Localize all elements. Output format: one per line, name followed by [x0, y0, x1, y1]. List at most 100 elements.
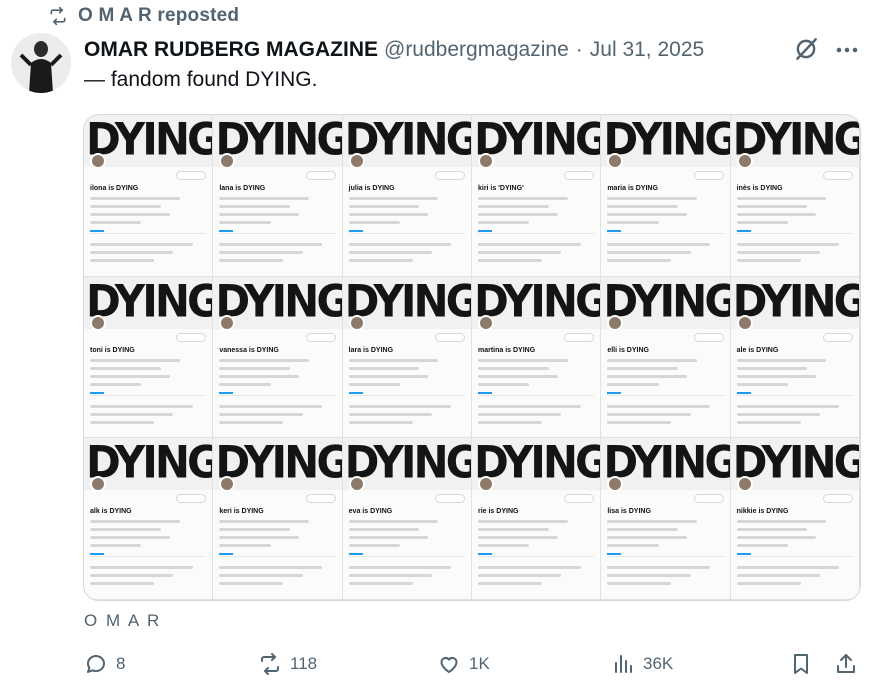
- more-icon[interactable]: [834, 40, 860, 60]
- tile-tabs: [90, 233, 207, 236]
- tile-text-line: [219, 205, 290, 208]
- tile-text-line: [477, 536, 558, 540]
- repost-context[interactable]: O M A R reposted: [48, 5, 239, 27]
- tile-text-line: [348, 566, 452, 570]
- tile-text-line: [736, 259, 801, 262]
- tile-tabs: [736, 556, 853, 559]
- tile-text-line: [348, 382, 400, 386]
- tile-text-line: [607, 251, 691, 254]
- author-handle[interactable]: @rudbergmagazine: [384, 38, 569, 62]
- tile-tabs: [736, 394, 853, 398]
- repost-icon: [50, 6, 66, 26]
- avatar-image: [11, 33, 71, 93]
- collage-tile: DYING ale is DYING: [730, 276, 860, 439]
- post-date[interactable]: Jul 31, 2025: [590, 38, 704, 62]
- collage-tile: DYING ilona is DYING: [84, 115, 214, 277]
- tile-profile-name: kiri is 'DYING': [477, 185, 524, 192]
- repost-label[interactable]: O M A R reposted: [78, 5, 239, 27]
- tile-tabs: [219, 556, 336, 559]
- post-text: — fandom found DYING.: [84, 68, 318, 91]
- collage-tile: DYING elli is DYING: [601, 276, 731, 439]
- tile-text-line: [219, 544, 271, 548]
- tile-active-tab: [607, 230, 622, 232]
- tile-text-line: [736, 528, 808, 532]
- tile-profile-name: vanessa is DYING: [219, 346, 279, 354]
- author-name[interactable]: OMAR RUDBERG MAGAZINE: [84, 38, 378, 62]
- tile-text-line: [477, 213, 558, 216]
- like-count: 1K: [469, 654, 490, 673]
- reply-button[interactable]: 8: [84, 652, 125, 676]
- tile-text-line: [607, 544, 659, 548]
- tile-text-line: [348, 366, 420, 370]
- collage-tile: DYING eva is DYING: [342, 438, 472, 600]
- tile-active-tab: [736, 553, 751, 556]
- tile-active-tab: [477, 391, 492, 394]
- tile-text-line: [607, 412, 691, 416]
- like-button[interactable]: 1K: [437, 652, 490, 676]
- tile-active-tab: [219, 553, 234, 556]
- avatar[interactable]: [11, 33, 71, 93]
- tile-tabs: [348, 394, 465, 398]
- tile-text-line: [348, 358, 439, 362]
- collage-tile: DYING nikkie is DYING: [730, 438, 860, 600]
- tile-text-line: [90, 536, 170, 540]
- tile-profile-name: lana is DYING: [219, 185, 266, 192]
- tile-profile-name: ilona is DYING: [90, 185, 139, 192]
- tile-text-line: [607, 582, 672, 586]
- tile-text-line: [219, 536, 299, 540]
- tile-profile-name: keri is DYING: [219, 508, 264, 516]
- bookmark-icon: [794, 654, 808, 674]
- tile-text-line: [348, 520, 439, 524]
- tile-text-line: [90, 374, 170, 378]
- tile-active-tab: [607, 391, 622, 394]
- tile-text-line: [477, 544, 530, 548]
- tile-text-line: [607, 536, 687, 540]
- heart-icon: [440, 657, 458, 673]
- tile-follow-button: [822, 171, 853, 180]
- tile-profile-name: maria is DYING: [607, 185, 658, 192]
- tile-active-tab: [219, 230, 234, 232]
- views-button[interactable]: 36K: [611, 652, 673, 676]
- tile-text-line: [477, 197, 568, 200]
- tile-text-line: [607, 404, 710, 408]
- tile-text-line: [90, 520, 180, 524]
- tile-profile-name: lisa is DYING: [607, 508, 651, 516]
- tile-text-line: [736, 251, 821, 254]
- tile-follow-button: [822, 332, 853, 342]
- tile-text-line: [477, 404, 581, 408]
- tile-active-tab: [219, 391, 234, 394]
- tile-avatar: [477, 153, 494, 169]
- tile-text-line: [348, 205, 420, 208]
- tile-tabs: [607, 233, 724, 236]
- tile-tabs: [607, 556, 724, 559]
- tile-follow-button: [564, 171, 595, 180]
- tile-text-line: [348, 420, 413, 424]
- tile-text-line: [90, 213, 170, 216]
- bookmark-button[interactable]: [789, 652, 813, 676]
- collage-tile: DYING martina is DYING: [471, 276, 602, 439]
- tile-text-line: [90, 251, 174, 254]
- collage-tile: DYING keri is DYING: [213, 438, 343, 600]
- grok-icon[interactable]: [793, 36, 819, 62]
- tile-text-line: [219, 358, 310, 362]
- tile-active-tab: [607, 553, 622, 556]
- tile-avatar: [736, 153, 753, 169]
- tile-text-line: [477, 412, 562, 416]
- tile-tabs: [477, 233, 595, 236]
- tile-text-line: [477, 243, 581, 246]
- tile-text-line: [90, 420, 155, 424]
- tile-text-line: [219, 566, 322, 570]
- tile-text-line: [477, 366, 549, 370]
- tile-text-line: [348, 213, 429, 216]
- tile-profile-name: julia is DYING: [348, 185, 395, 192]
- share-button[interactable]: [834, 652, 858, 676]
- media-credit[interactable]: O M A R: [84, 611, 161, 631]
- tile-text-line: [607, 520, 698, 524]
- collage-tile: DYING alk is DYING: [84, 438, 214, 600]
- post-media-collage[interactable]: DYING ilona is DYING DYING lana is DYING DYI…: [83, 114, 861, 601]
- tile-text-line: [477, 528, 549, 532]
- repost-button[interactable]: 118: [258, 652, 317, 676]
- tile-tabs: [477, 394, 595, 398]
- tile-follow-button: [176, 494, 207, 504]
- tile-text-line: [736, 243, 840, 246]
